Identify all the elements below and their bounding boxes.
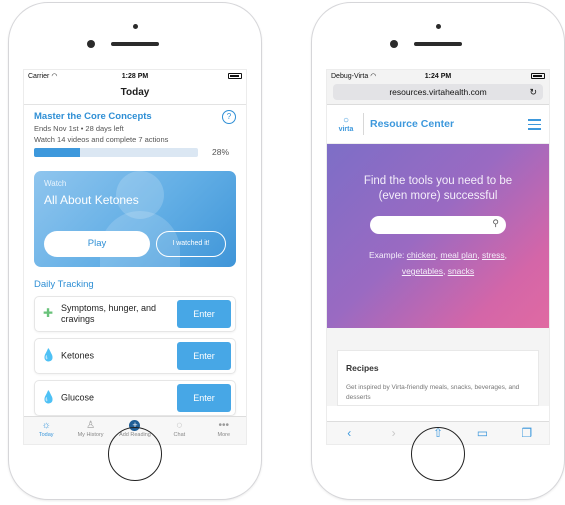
home-button[interactable]: [411, 427, 465, 481]
screen-right: Debug-Virta ◠ 1:24 PM resources.virtaheal…: [326, 69, 550, 445]
reload-icon[interactable]: ↻: [529, 84, 537, 100]
watched-it-button[interactable]: I watched it!: [156, 231, 226, 257]
enter-button[interactable]: Enter: [177, 384, 231, 412]
tracking-item-label: Symptoms, hunger, and cravings: [61, 303, 157, 324]
screen-left: Carrier ◠ 1:28 PM Today Master the Core C…: [23, 69, 247, 445]
link-vegetables[interactable]: vegetables: [402, 266, 443, 276]
status-time: 1:28 PM: [121, 72, 149, 80]
battery-icon: [531, 73, 545, 79]
link-snacks[interactable]: snacks: [448, 266, 474, 276]
forward-icon[interactable]: ›: [379, 426, 409, 440]
front-camera: [87, 40, 95, 48]
challenge-card[interactable]: Master the Core Concepts ? Ends Nov 1st …: [24, 105, 246, 161]
status-bar: Carrier ◠ 1:28 PM: [24, 70, 246, 82]
back-icon[interactable]: ‹: [334, 426, 364, 440]
drop-icon: 💧: [41, 390, 56, 404]
logo-text: virta: [338, 125, 354, 133]
progress-fill: [34, 147, 80, 157]
hero-banner: Find the tools you need to be (even more…: [327, 144, 549, 328]
status-bar: Debug-Virta ◠ 1:24 PM: [327, 70, 549, 82]
virta-logo[interactable]: ○ virta: [335, 115, 357, 133]
tab-more[interactable]: ••• More: [202, 417, 246, 438]
progress-bar: [34, 147, 198, 157]
drop-icon: 💧: [41, 348, 56, 362]
speaker: [111, 42, 159, 46]
link-chicken[interactable]: chicken: [407, 250, 436, 260]
phone-left: Carrier ◠ 1:28 PM Today Master the Core C…: [8, 2, 262, 500]
link-stress[interactable]: stress: [482, 250, 505, 260]
sun-icon: ☼: [41, 420, 51, 431]
page-title: Today: [24, 82, 246, 105]
tracking-item-label: Glucose: [61, 392, 95, 403]
example-links: Example: chicken, meal plan, stress, veg…: [368, 250, 507, 276]
menu-icon[interactable]: [528, 116, 541, 133]
tab-chat[interactable]: ◌ Chat: [157, 417, 201, 438]
enter-button[interactable]: Enter: [177, 342, 231, 370]
daily-tracking-heading: Daily Tracking: [34, 279, 94, 290]
video-label: Watch: [44, 179, 67, 188]
progress-percent: 28%: [212, 147, 230, 157]
card-description: Get inspired by Virta-friendly meals, sn…: [346, 384, 520, 401]
recipes-card[interactable]: Recipes Get inspired by Virta-friendly m…: [337, 350, 539, 406]
challenge-title: Master the Core Concepts: [34, 111, 152, 122]
play-button[interactable]: Play: [44, 231, 150, 257]
home-button[interactable]: [108, 427, 162, 481]
sensor: [133, 24, 138, 29]
site-title: Resource Center: [370, 118, 455, 130]
search-input[interactable]: ⚲: [370, 216, 506, 234]
tab-my-history[interactable]: ♙ My History: [69, 417, 113, 438]
plus-outline-icon: ✚: [42, 306, 54, 320]
sensor: [436, 24, 441, 29]
enter-button[interactable]: Enter: [177, 300, 231, 328]
tracking-item-label: Ketones: [61, 350, 95, 361]
front-camera: [390, 40, 398, 48]
battery-icon: [228, 73, 242, 79]
bookmarks-icon[interactable]: ▭: [467, 426, 497, 440]
more-icon: •••: [218, 420, 229, 431]
link-meal-plan[interactable]: meal plan: [440, 250, 477, 260]
speaker: [414, 42, 462, 46]
tab-today[interactable]: ☼ Today: [24, 417, 68, 438]
video-title: All About Ketones: [44, 193, 139, 207]
address-bar[interactable]: resources.virtahealth.com ↻: [333, 84, 543, 100]
person-icon: ♙: [86, 420, 96, 431]
challenge-task: Watch 14 videos and complete 7 actions: [34, 135, 169, 144]
url-text: resources.virtahealth.com: [389, 87, 487, 97]
tracking-item-symptoms[interactable]: ✚ Symptoms, hunger, and cravings Enter: [34, 296, 236, 332]
tracking-item-glucose[interactable]: 💧 Glucose Enter: [34, 380, 236, 416]
search-icon: ⚲: [492, 218, 499, 228]
challenge-ends: Ends Nov 1st • 28 days left: [34, 124, 124, 133]
card-title: Recipes: [346, 363, 379, 373]
site-header: ○ virta Resource Center: [327, 105, 549, 144]
chat-icon: ◌: [176, 420, 183, 431]
tabs-icon[interactable]: ❐: [512, 426, 542, 440]
phone-right: Debug-Virta ◠ 1:24 PM resources.virtaheal…: [311, 2, 565, 500]
help-icon[interactable]: ?: [222, 110, 236, 124]
video-card[interactable]: Watch All About Ketones Play I watched i…: [34, 171, 236, 267]
hero-headline: Find the tools you need to be (even more…: [363, 175, 513, 202]
tracking-item-ketones[interactable]: 💧 Ketones Enter: [34, 338, 236, 374]
status-time: 1:24 PM: [424, 72, 452, 80]
